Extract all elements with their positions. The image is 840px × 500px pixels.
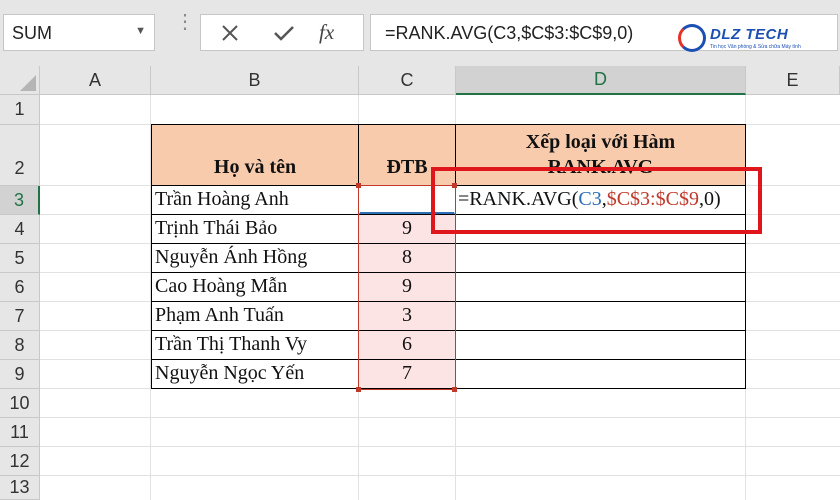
- spreadsheet-grid: A B C D E 1 2 3 4 5 6 7 8 9 10 11 12 13 …: [0, 66, 840, 500]
- row-header-12[interactable]: 12: [0, 447, 40, 476]
- row-header-1[interactable]: 1: [0, 95, 40, 125]
- row-header-8[interactable]: 8: [0, 331, 40, 360]
- name-cell[interactable]: Nguyễn Ánh Hồng: [155, 246, 307, 269]
- row-header-2[interactable]: 2: [0, 125, 40, 186]
- highlight-annotation-box: [431, 167, 762, 234]
- name-cell[interactable]: Nguyễn Ngọc Yến: [155, 362, 304, 385]
- col-header-a[interactable]: A: [40, 66, 151, 95]
- formula-buttons: fx: [200, 14, 364, 51]
- col-header-e[interactable]: E: [746, 66, 840, 95]
- name-box[interactable]: SUM ▼: [3, 14, 155, 51]
- name-cell[interactable]: Trần Thị Thanh Vy: [155, 333, 307, 356]
- row-header-10[interactable]: 10: [0, 389, 40, 418]
- row-header-11[interactable]: 11: [0, 418, 40, 447]
- header-name-text: Họ và tên: [213, 156, 297, 178]
- name-box-value: SUM: [12, 23, 52, 43]
- name-cell[interactable]: Trịnh Thái Bảo: [155, 217, 277, 240]
- row-header-4[interactable]: 4: [0, 215, 40, 244]
- col-header-c[interactable]: C: [359, 66, 456, 95]
- header-rank-line1: Xếp loại với Hàm: [525, 131, 676, 153]
- name-cell[interactable]: Cao Hoàng Mẫn: [155, 275, 287, 298]
- chevron-down-icon[interactable]: ▼: [135, 25, 146, 37]
- brand-logo: DLZ TECH Tin học Văn phòng & Sửa chữa Má…: [674, 22, 802, 58]
- row-header-5[interactable]: 5: [0, 244, 40, 273]
- row-header-3[interactable]: 3: [0, 186, 40, 215]
- col-header-d[interactable]: D: [456, 66, 746, 95]
- row-header-7[interactable]: 7: [0, 302, 40, 331]
- name-cell[interactable]: Phạm Anh Tuấn: [155, 304, 284, 327]
- formula-text: =RANK.AVG(C3,$C$3:$C$9,0): [385, 23, 634, 43]
- cancel-icon[interactable]: [207, 15, 253, 50]
- logo-mark-icon: [678, 24, 706, 52]
- enter-check-icon[interactable]: [261, 15, 307, 50]
- select-all-corner[interactable]: [0, 66, 40, 95]
- row-header-9[interactable]: 9: [0, 360, 40, 389]
- formula-bar: SUM ▼ ⋮ fx =RANK.AVG(C3,$C$3:$C$9,0) DLZ…: [0, 0, 840, 66]
- name-cell[interactable]: Trần Hoàng Anh: [155, 188, 289, 211]
- insert-function-icon[interactable]: fx: [319, 20, 334, 45]
- header-name-cell[interactable]: Họ và tên: [151, 124, 359, 186]
- row-header-6[interactable]: 6: [0, 273, 40, 302]
- row-header-13[interactable]: 13: [0, 476, 40, 500]
- col-header-b[interactable]: B: [151, 66, 359, 95]
- grip-dots-icon: ⋮: [175, 11, 195, 33]
